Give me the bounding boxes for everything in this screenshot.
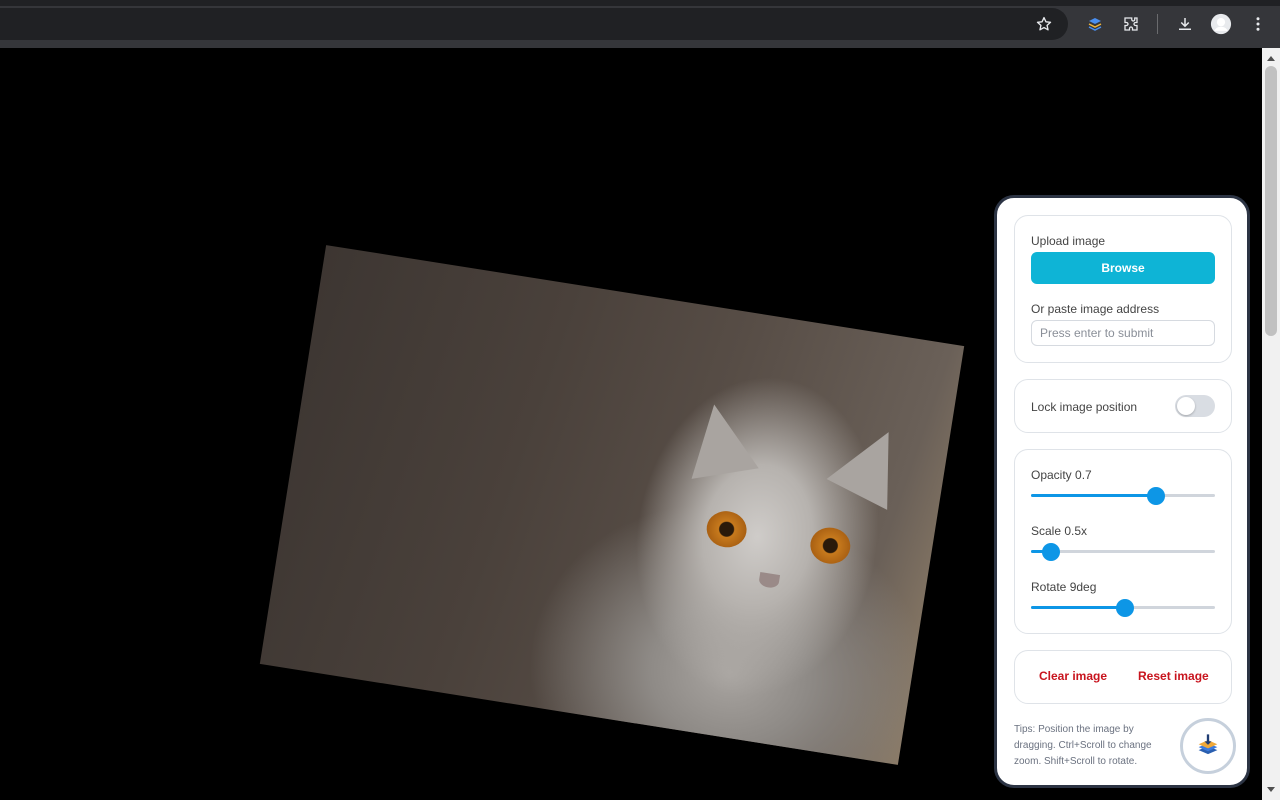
slider-fill	[1031, 606, 1125, 609]
adjustments-card: Opacity 0.7 Scale 0.5x Rotate 9deg	[1014, 449, 1232, 634]
toggle-knob	[1177, 397, 1195, 415]
vertical-scrollbar[interactable]	[1262, 48, 1280, 800]
actions-card: Clear image Reset image	[1014, 650, 1232, 704]
browser-toolbar	[0, 0, 1280, 48]
address-bar[interactable]	[0, 8, 1068, 40]
cat-eye-left	[704, 508, 750, 551]
scale-label: Scale 0.5x	[1031, 524, 1088, 538]
puzzle-icon[interactable]	[1119, 12, 1143, 36]
download-icon[interactable]	[1173, 12, 1197, 36]
opacity-slider[interactable]	[1031, 487, 1215, 505]
image-overlay-panel: Upload image Browse Or paste image addre…	[994, 195, 1250, 788]
star-icon[interactable]	[1032, 12, 1056, 36]
tips-text: Tips: Position the image by dragging. Ct…	[1014, 724, 1152, 767]
slider-thumb[interactable]	[1042, 543, 1061, 561]
cat-ear-left	[680, 399, 759, 479]
upload-label: Upload image	[1031, 234, 1106, 248]
layers-icon	[1198, 734, 1218, 755]
toolbar-divider	[1157, 14, 1158, 34]
lock-card: Lock image position	[1014, 379, 1232, 433]
rotate-label: Rotate 9deg	[1031, 580, 1097, 594]
tab-strip	[0, 0, 1280, 6]
cat-nose	[758, 572, 781, 589]
more-vert-icon[interactable]	[1246, 12, 1270, 36]
extension-layers-icon[interactable]	[1083, 12, 1107, 36]
lock-position-label: Lock image position	[1031, 400, 1138, 414]
cat-ear-right	[826, 416, 919, 510]
scrollbar-thumb[interactable]	[1265, 66, 1277, 336]
image-address-input[interactable]	[1031, 320, 1215, 346]
scale-slider[interactable]	[1031, 543, 1215, 561]
cat-eye-right	[807, 524, 853, 567]
overlay-image-cat[interactable]	[259, 245, 965, 765]
scroll-down-arrow-icon[interactable]	[1262, 782, 1280, 798]
clear-image-button[interactable]: Clear image	[1039, 669, 1107, 683]
paste-address-label: Or paste image address	[1031, 302, 1160, 316]
layers-fab-button[interactable]	[1180, 718, 1236, 774]
slider-thumb[interactable]	[1115, 599, 1134, 617]
upload-card: Upload image Browse Or paste image addre…	[1014, 215, 1232, 363]
opacity-label: Opacity 0.7	[1031, 468, 1092, 482]
reset-image-button[interactable]: Reset image	[1138, 669, 1209, 683]
browse-button[interactable]: Browse	[1031, 252, 1215, 284]
profile-avatar[interactable]	[1209, 12, 1233, 36]
lock-position-toggle[interactable]	[1175, 395, 1215, 417]
rotate-slider[interactable]	[1031, 599, 1215, 617]
slider-thumb[interactable]	[1147, 487, 1166, 505]
scroll-up-arrow-icon[interactable]	[1262, 50, 1280, 66]
slider-fill	[1031, 494, 1157, 497]
